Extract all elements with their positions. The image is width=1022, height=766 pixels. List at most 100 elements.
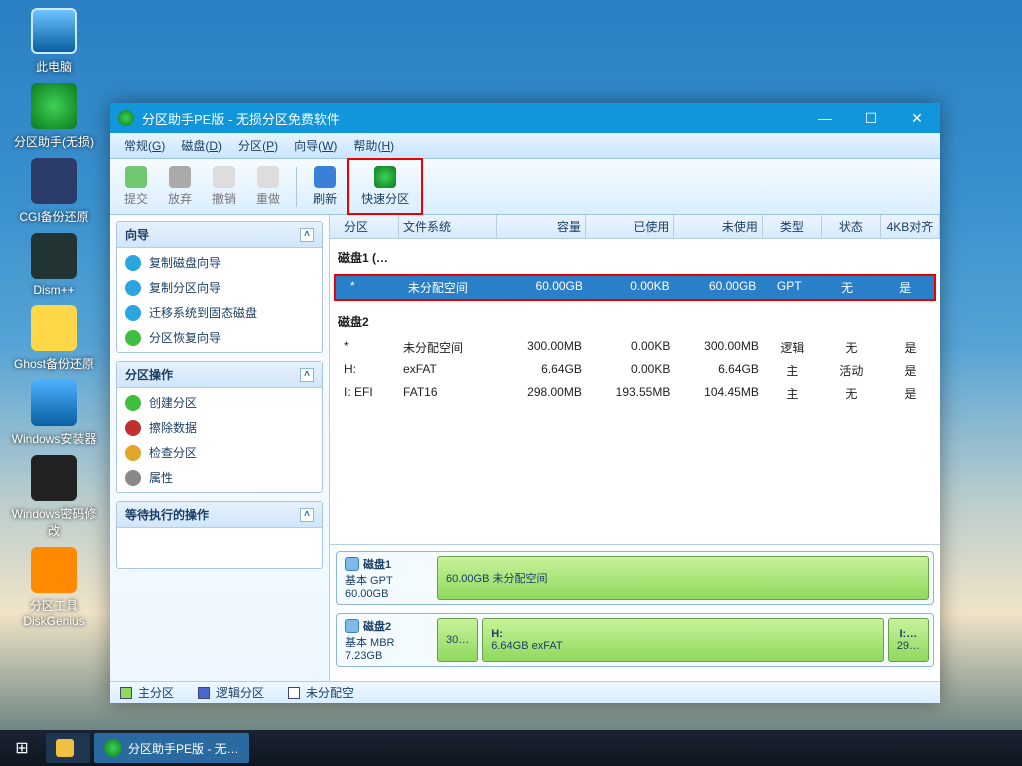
disk1-title[interactable]: 磁盘1 (… [330, 239, 940, 272]
window-title: 分区助手PE版 - 无损分区免费软件 [142, 109, 802, 128]
windows-installer-icon [31, 380, 77, 426]
main-area: 分区 文件系统 容量 已使用 未使用 类型 状态 4KB对齐 磁盘1 (… * … [330, 215, 940, 681]
disk-icon [345, 619, 359, 633]
collapse-icon[interactable]: ˄ [300, 508, 314, 522]
col-type[interactable]: 类型 [763, 215, 822, 238]
desktop-icon-win-install[interactable]: Windows安装器 [8, 380, 100, 447]
op-create-partition[interactable]: 创建分区 [119, 390, 320, 415]
menu-help[interactable]: 帮助(H) [345, 135, 402, 156]
wizard-migrate-ssd[interactable]: 迁移系统到固态磁盘 [119, 300, 320, 325]
taskbar: ⊞ 分区助手PE版 - 无… [0, 730, 1022, 766]
app-window: 分区助手PE版 - 无损分区免费软件 — ☐ ✕ 常规(G) 磁盘(D) 分区(… [110, 103, 940, 703]
panel-pending: 等待执行的操作˄ [116, 501, 323, 569]
legend-unallocated: 未分配空 [288, 684, 354, 701]
disk-map-area: 磁盘1 基本 GPT60.00GB 60.00GB 未分配空间 磁盘2 基本 M… [330, 544, 940, 681]
highlight-selected-row: * 未分配空间 60.00GB 0.00KB 60.00GB GPT 无 是 [334, 274, 936, 301]
toolbar: 提交 放弃 撤销 重做 刷新 快速分区 [110, 159, 940, 215]
table-row[interactable]: * 未分配空间 60.00GB 0.00KB 60.00GB GPT 无 是 [336, 276, 934, 299]
menu-general[interactable]: 常规(G) [116, 135, 173, 156]
maximize-button[interactable]: ☐ [848, 103, 894, 133]
disk2-title[interactable]: 磁盘2 [330, 303, 940, 336]
partition-segment[interactable]: I:…29… [888, 618, 929, 662]
collapse-icon[interactable]: ˄ [300, 368, 314, 382]
fast-partition-icon [374, 166, 396, 188]
table-row[interactable]: I: EFIFAT16298.00MB193.55MB104.45MB主无是 [330, 382, 940, 405]
redo-button[interactable]: 重做 [246, 162, 290, 211]
col-filesystem[interactable]: 文件系统 [399, 215, 497, 238]
diskmap-disk1[interactable]: 磁盘1 基本 GPT60.00GB 60.00GB 未分配空间 [336, 551, 934, 605]
ghost-icon [31, 305, 77, 351]
col-capacity[interactable]: 容量 [497, 215, 586, 238]
table-row[interactable]: *未分配空间300.00MB0.00KB300.00MB逻辑无是 [330, 336, 940, 359]
discard-icon [169, 166, 191, 188]
start-button[interactable]: ⊞ [0, 730, 44, 766]
diskmap-disk2[interactable]: 磁盘2 基本 MBR7.23GB 30… H:6.64GB exFAT I:…2… [336, 613, 934, 667]
panel-wizard-header[interactable]: 向导˄ [117, 222, 322, 248]
sidebar: 向导˄ 复制磁盘向导 复制分区向导 迁移系统到固态磁盘 分区恢复向导 分区操作˄… [110, 215, 330, 681]
taskbar-app[interactable]: 分区助手PE版 - 无… [94, 733, 249, 763]
desktop: 此电脑 分区助手(无损) CGI备份还原 Dism++ Ghost备份还原 Wi… [0, 0, 100, 628]
check-partition-icon [125, 445, 141, 461]
op-check-partition[interactable]: 检查分区 [119, 440, 320, 465]
refresh-icon [314, 166, 336, 188]
create-icon [125, 395, 141, 411]
partition-assistant-icon [104, 739, 122, 757]
wipe-icon [125, 420, 141, 436]
partition-list[interactable]: 磁盘1 (… * 未分配空间 60.00GB 0.00KB 60.00GB GP… [330, 239, 940, 544]
check-icon [125, 166, 147, 188]
col-used[interactable]: 已使用 [586, 215, 675, 238]
menu-partition[interactable]: 分区(P) [230, 135, 286, 156]
menu-wizard[interactable]: 向导(W) [286, 135, 345, 156]
dism-icon [31, 233, 77, 279]
desktop-icon-win-password[interactable]: Windows密码修改 [8, 455, 100, 539]
partition-segment[interactable]: 60.00GB 未分配空间 [437, 556, 929, 600]
panel-ops: 分区操作˄ 创建分区 擦除数据 检查分区 属性 [116, 361, 323, 493]
diskgenius-icon [31, 547, 77, 593]
desktop-icon-cgi[interactable]: CGI备份还原 [8, 158, 100, 225]
desktop-icon-ghost[interactable]: Ghost备份还原 [8, 305, 100, 372]
op-properties[interactable]: 属性 [119, 465, 320, 490]
undo-button[interactable]: 撤销 [202, 162, 246, 211]
copy-disk-icon [125, 255, 141, 271]
cgi-icon [31, 158, 77, 204]
grid-header: 分区 文件系统 容量 已使用 未使用 类型 状态 4KB对齐 [330, 215, 940, 239]
menubar: 常规(G) 磁盘(D) 分区(P) 向导(W) 帮助(H) [110, 133, 940, 159]
commit-button[interactable]: 提交 [114, 162, 158, 211]
partition-segment[interactable]: 30… [437, 618, 478, 662]
menu-disk[interactable]: 磁盘(D) [173, 135, 230, 156]
taskbar-explorer[interactable] [46, 733, 90, 763]
highlight-fast-partition: 快速分区 [347, 158, 423, 215]
col-free[interactable]: 未使用 [674, 215, 763, 238]
table-row[interactable]: H:exFAT6.64GB0.00KB6.64GB主活动是 [330, 359, 940, 382]
close-button[interactable]: ✕ [894, 103, 940, 133]
partition-segment[interactable]: H:6.64GB exFAT [482, 618, 884, 662]
col-align[interactable]: 4KB对齐 [881, 215, 940, 238]
wizard-copy-disk[interactable]: 复制磁盘向导 [119, 250, 320, 275]
folder-icon [56, 739, 74, 757]
panel-ops-header[interactable]: 分区操作˄ [117, 362, 322, 388]
desktop-icon-dism[interactable]: Dism++ [8, 233, 100, 297]
wizard-recover-partition[interactable]: 分区恢复向导 [119, 325, 320, 350]
properties-icon [125, 470, 141, 486]
undo-icon [213, 166, 235, 188]
legend-primary: 主分区 [120, 684, 174, 701]
key-icon [31, 455, 77, 501]
col-partition[interactable]: 分区 [330, 215, 399, 238]
discard-button[interactable]: 放弃 [158, 162, 202, 211]
panel-wizard: 向导˄ 复制磁盘向导 复制分区向导 迁移系统到固态磁盘 分区恢复向导 [116, 221, 323, 353]
refresh-button[interactable]: 刷新 [303, 162, 347, 211]
fast-partition-button[interactable]: 快速分区 [351, 162, 419, 211]
col-status[interactable]: 状态 [822, 215, 881, 238]
panel-pending-header[interactable]: 等待执行的操作˄ [117, 502, 322, 528]
legend-logical: 逻辑分区 [198, 684, 264, 701]
collapse-icon[interactable]: ˄ [300, 228, 314, 242]
desktop-icon-this-pc[interactable]: 此电脑 [8, 8, 100, 75]
titlebar[interactable]: 分区助手PE版 - 无损分区免费软件 — ☐ ✕ [110, 103, 940, 133]
desktop-icon-diskgenius[interactable]: 分区工具DiskGenius [8, 547, 100, 628]
wizard-copy-partition[interactable]: 复制分区向导 [119, 275, 320, 300]
pc-icon [31, 8, 77, 54]
op-wipe-data[interactable]: 擦除数据 [119, 415, 320, 440]
minimize-button[interactable]: — [802, 103, 848, 133]
desktop-icon-partition-assistant[interactable]: 分区助手(无损) [8, 83, 100, 150]
recover-icon [125, 330, 141, 346]
